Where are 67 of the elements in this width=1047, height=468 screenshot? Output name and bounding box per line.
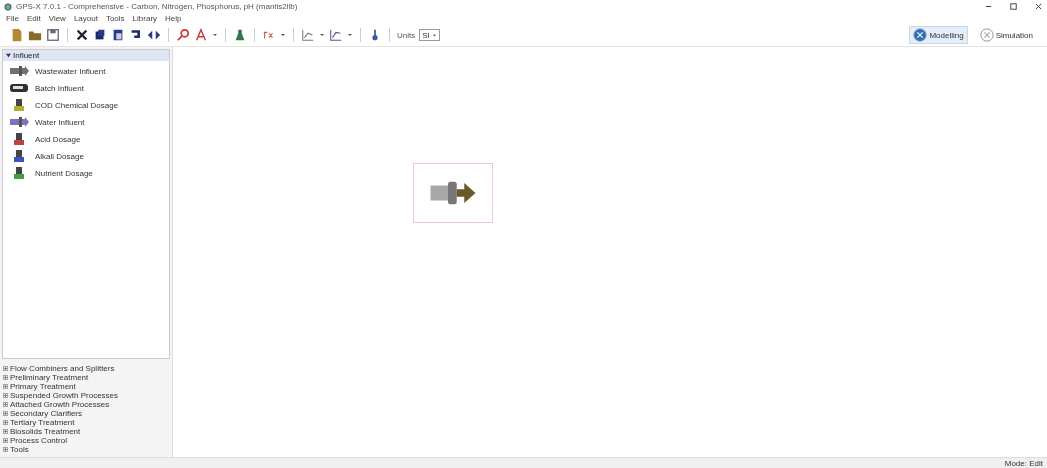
caret-icon[interactable] xyxy=(319,32,325,38)
window-title: GPS-X 7.0.1 - Comprehensive - Carbon, Nitrogen, Phosphorus, pH (mantis2lib) xyxy=(16,2,298,11)
category-item[interactable]: Suspended Growth Processes xyxy=(10,391,119,400)
sidebar-item[interactable]: Alkali Dosage xyxy=(35,151,84,161)
modelling-icon xyxy=(913,28,928,42)
expand-icon[interactable] xyxy=(3,447,8,452)
menu-item[interactable]: Help xyxy=(165,14,182,23)
close-icon[interactable] xyxy=(1034,2,1043,11)
maximize-icon[interactable] xyxy=(1009,2,1018,11)
menu-item[interactable]: Library xyxy=(132,14,158,23)
category-item[interactable]: Process Control xyxy=(10,436,67,445)
sidebar-item[interactable]: Batch Influent xyxy=(35,83,84,93)
caret-icon[interactable] xyxy=(212,32,218,38)
expand-icon[interactable] xyxy=(3,366,8,371)
new-file-icon[interactable] xyxy=(10,28,24,42)
caret-icon[interactable] xyxy=(280,32,286,38)
caret-icon[interactable] xyxy=(347,32,353,38)
mode-button[interactable]: Modelling xyxy=(909,26,968,44)
collapse-icon xyxy=(6,53,11,58)
save-icon[interactable] xyxy=(46,28,60,42)
mode-button[interactable]: Simulation xyxy=(975,26,1037,44)
category-item[interactable]: Preliminary Treatment xyxy=(10,373,89,382)
sidebar-item[interactable]: COD Chemical Dosage xyxy=(35,100,119,110)
pipe-icon[interactable] xyxy=(9,115,29,129)
category-item[interactable]: Secondary Clarifiers xyxy=(10,409,83,418)
status-text: Mode: Edit xyxy=(1004,458,1043,468)
font-color-icon[interactable] xyxy=(194,28,208,42)
chart-icon[interactable] xyxy=(301,28,315,42)
paste-icon[interactable] xyxy=(111,28,125,42)
expand-icon[interactable] xyxy=(3,402,8,407)
expand-icon[interactable] xyxy=(3,393,8,398)
sidebar-item[interactable]: Wastewater Influent xyxy=(35,66,106,76)
expand-icon[interactable] xyxy=(3,438,8,443)
cut-icon[interactable] xyxy=(75,28,89,42)
category-item[interactable]: Tools xyxy=(10,445,29,454)
chart-icon[interactable] xyxy=(329,28,343,42)
app-icon xyxy=(4,2,12,11)
menu-item[interactable]: Edit xyxy=(26,14,41,23)
category-item[interactable]: Flow Combiners and Splitters xyxy=(10,364,115,373)
copy-icon[interactable] xyxy=(93,28,107,42)
menu-item[interactable]: File xyxy=(6,14,19,23)
menu-item[interactable]: View xyxy=(48,14,66,23)
tank-icon[interactable] xyxy=(9,81,29,95)
expand-icon[interactable] xyxy=(3,375,8,380)
category-item[interactable]: Biosolids Treatment xyxy=(10,427,81,436)
search-icon[interactable] xyxy=(176,28,190,42)
category-item[interactable]: Primary Treatment xyxy=(10,382,76,391)
pipe-icon[interactable] xyxy=(9,64,29,78)
sidebar-item[interactable]: Acid Dosage xyxy=(35,134,81,144)
menu-item[interactable]: Layout xyxy=(73,14,98,23)
sidebar-item[interactable]: Water Influent xyxy=(35,117,85,127)
group-header[interactable]: Influent xyxy=(3,50,169,61)
expand-icon[interactable] xyxy=(3,411,8,416)
units-dropdown[interactable]: SI xyxy=(419,29,440,41)
category-item[interactable]: Tertiary Treatment xyxy=(10,418,75,427)
flip-icon[interactable] xyxy=(147,28,161,42)
expand-icon[interactable] xyxy=(3,384,8,389)
menu-item[interactable]: Tools xyxy=(105,14,125,23)
sidebar-item[interactable]: Nutrient Dosage xyxy=(35,168,93,178)
expand-icon[interactable] xyxy=(3,429,8,434)
simulation-icon xyxy=(979,28,994,42)
caret-icon xyxy=(431,32,437,38)
units-label: Units xyxy=(397,30,416,40)
selected-object[interactable] xyxy=(413,163,493,223)
flask-icon[interactable] xyxy=(233,28,247,42)
category-item[interactable]: Attached Growth Processes xyxy=(10,400,110,409)
expand-icon[interactable] xyxy=(3,420,8,425)
